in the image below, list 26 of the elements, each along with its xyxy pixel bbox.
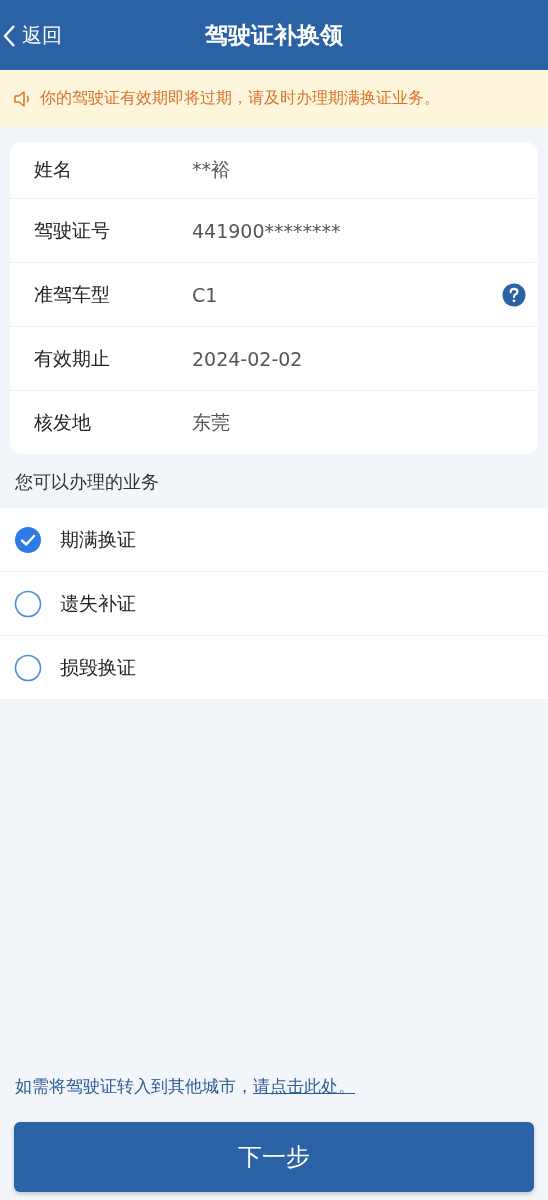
field-label: 驾驶证号 [34,217,111,243]
back-icon [2,23,16,48]
field-label: 准驾车型 [34,281,111,307]
page-title: 驾驶证补换领 [205,20,343,50]
field-label: 姓名 [34,157,73,182]
help-icon[interactable] [502,282,526,307]
field-value: 2024-02-02 [192,347,304,370]
option-item[interactable]: 遗失补证 [0,571,548,635]
section-title: 您可以办理的业务 [14,470,160,494]
field-label: 有效期止 [34,345,111,371]
field-value: 东莞 [192,409,231,435]
speaker-icon [12,88,32,109]
radio[interactable] [14,589,42,618]
next-button[interactable]: 下一步 [14,1122,534,1192]
radio[interactable] [14,525,42,554]
option-item[interactable]: 期满换证 [0,508,548,571]
option-item[interactable]: 损毁换证 [0,635,548,699]
field-label: 核发地 [34,409,92,435]
back-button[interactable]: 返回 [2,22,62,49]
notice-text: 你的驾驶证有效期即将过期，请及时办理期满换证业务。 [40,88,440,109]
field-value: 441900******** [192,219,342,242]
transfer-link[interactable]: 请点击此处。 [253,1076,355,1096]
radio[interactable] [14,653,42,682]
field-value: **裕 [192,157,231,182]
field-value: C1 [192,283,219,306]
transfer-note: 如需将驾驶证转入到其他城市， [15,1076,253,1096]
